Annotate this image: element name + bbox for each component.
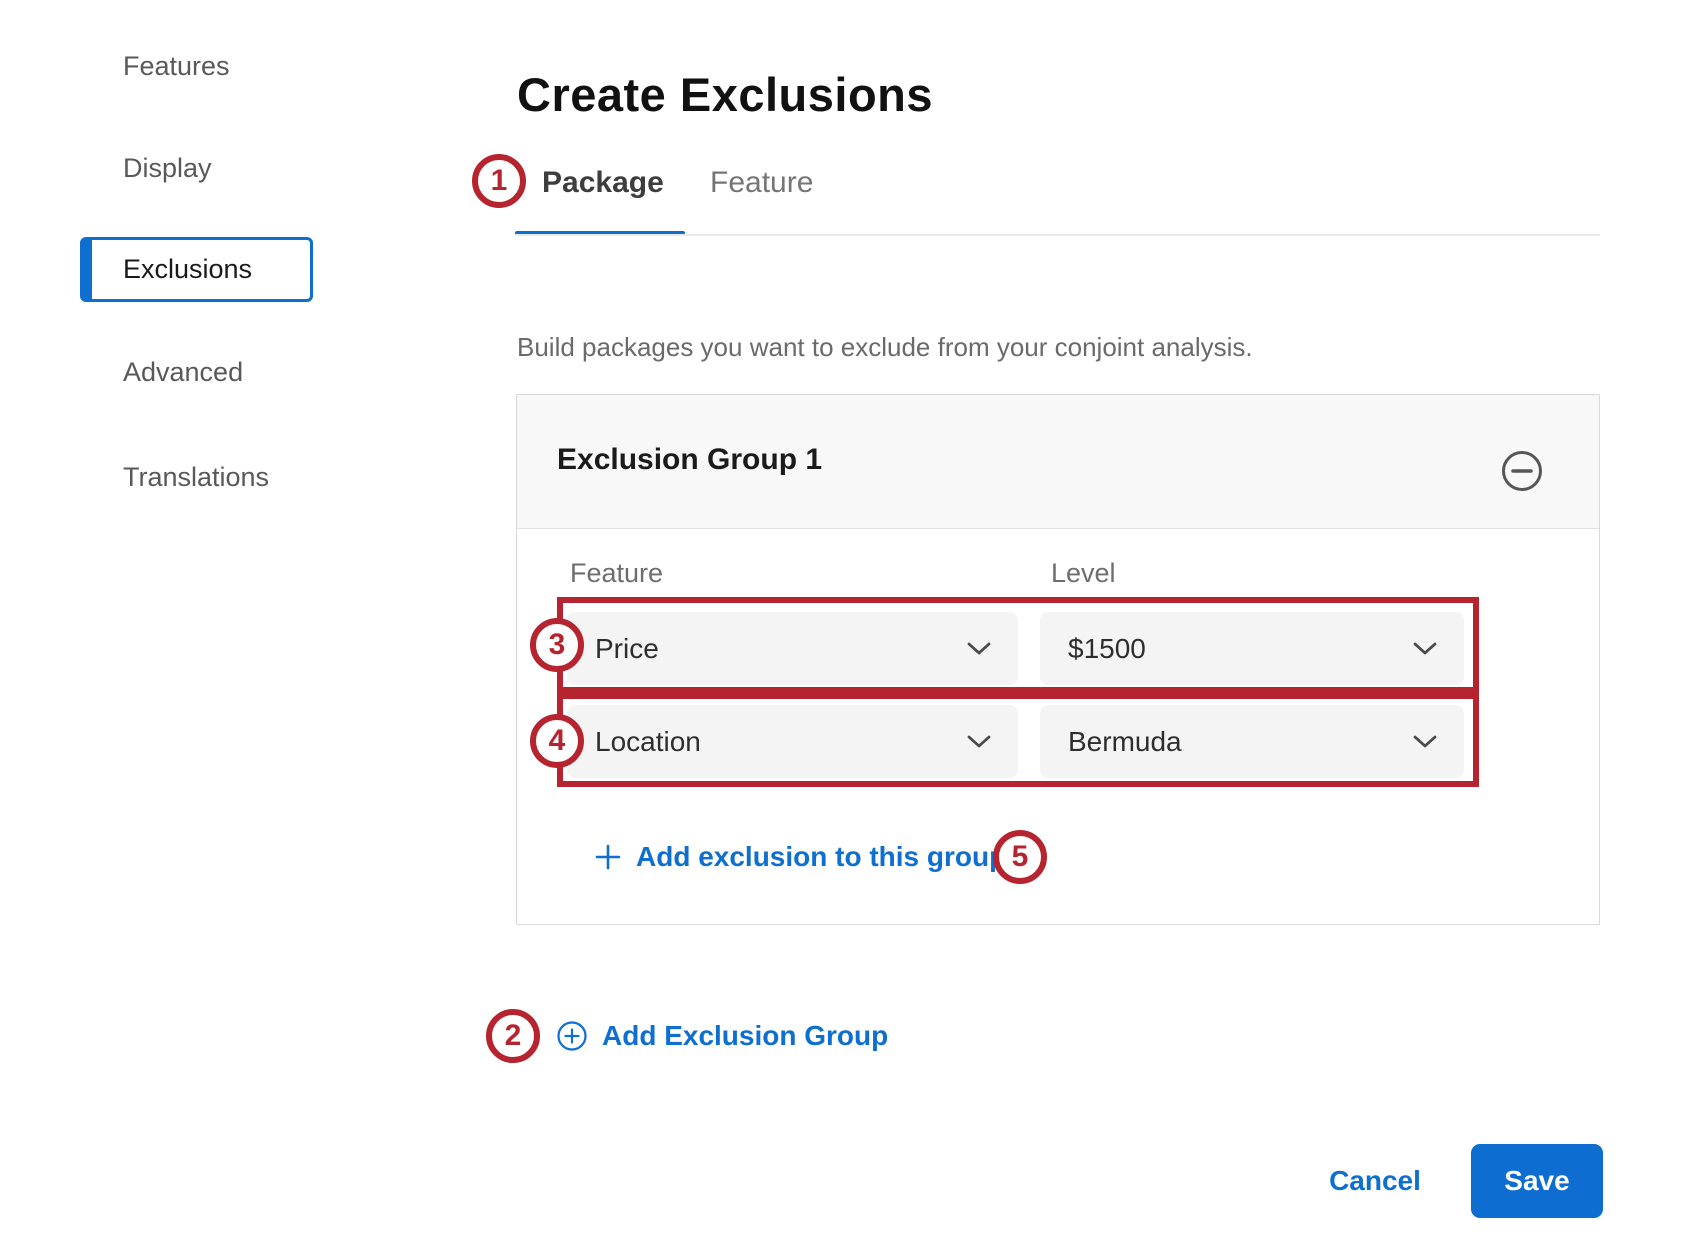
tab-package[interactable]: Package xyxy=(542,163,664,203)
remove-group-button[interactable] xyxy=(1501,450,1543,492)
chevron-down-icon xyxy=(1412,734,1438,749)
plus-circle-icon xyxy=(556,1020,588,1052)
exclusion-group-title: Exclusion Group 1 xyxy=(557,443,822,477)
level-select-value: $1500 xyxy=(1068,633,1146,665)
plus-icon xyxy=(594,843,622,871)
level-select-row2[interactable]: Bermuda xyxy=(1040,705,1464,778)
save-button[interactable]: Save xyxy=(1471,1144,1603,1218)
chevron-down-icon xyxy=(966,641,992,656)
feature-select-value: Price xyxy=(595,633,659,665)
sidebar-item-exclusions[interactable]: Exclusions xyxy=(80,237,313,302)
feature-select-row1[interactable]: Price xyxy=(567,612,1018,685)
page-title: Create Exclusions xyxy=(517,65,933,125)
add-exclusion-group-label: Add Exclusion Group xyxy=(602,1020,888,1052)
level-select-row1[interactable]: $1500 xyxy=(1040,612,1464,685)
feature-select-row2[interactable]: Location xyxy=(567,705,1018,778)
column-header-feature: Feature xyxy=(570,558,663,589)
sidebar-item-display[interactable]: Display xyxy=(123,150,212,186)
chevron-down-icon xyxy=(1412,641,1438,656)
sidebar-item-translations[interactable]: Translations xyxy=(123,459,269,495)
tab-divider-line xyxy=(515,234,1600,236)
add-exclusion-to-group-link[interactable]: Add exclusion to this group xyxy=(594,838,1006,876)
chevron-down-icon xyxy=(966,734,992,749)
page-description: Build packages you want to exclude from … xyxy=(517,332,1253,363)
add-exclusion-group-link[interactable]: Add Exclusion Group xyxy=(556,1017,888,1055)
sidebar-item-label: Exclusions xyxy=(123,240,252,299)
cancel-button[interactable]: Cancel xyxy=(1325,1160,1425,1202)
level-select-value: Bermuda xyxy=(1068,726,1182,758)
exclusion-group-header: Exclusion Group 1 xyxy=(517,395,1599,529)
feature-select-value: Location xyxy=(595,726,701,758)
column-header-level: Level xyxy=(1051,558,1116,589)
minus-circle-icon xyxy=(1501,450,1543,492)
annotation-step-1: 1 xyxy=(472,154,526,208)
sidebar-item-features[interactable]: Features xyxy=(123,48,230,84)
sidebar-item-advanced[interactable]: Advanced xyxy=(123,354,243,390)
annotation-step-2: 2 xyxy=(486,1009,540,1063)
tab-feature[interactable]: Feature xyxy=(710,163,813,203)
add-exclusion-label: Add exclusion to this group xyxy=(636,841,1006,873)
